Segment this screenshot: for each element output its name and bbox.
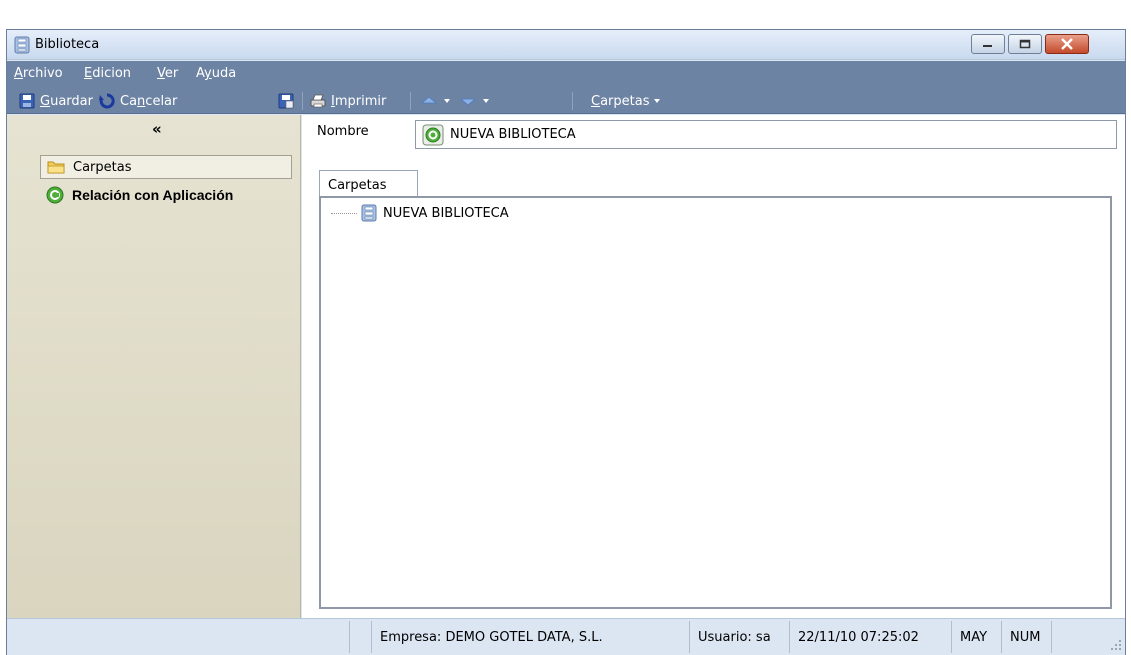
sidebar: « Carpetas Relación con Aplicación [7,115,301,618]
imprimir-button[interactable]: Imprimir [310,91,386,111]
chevron-down-icon [654,99,661,103]
library-icon [361,204,377,222]
status-caps-lock: MAY [951,621,1001,653]
tab-carpetas[interactable]: Carpetas [319,170,418,197]
maximize-icon [1009,35,1041,53]
status-cell-empty [7,621,349,653]
menu-ver[interactable]: Ver [157,66,178,81]
tree-connector [331,212,357,214]
collapse-button[interactable]: « [152,120,162,138]
title-bar: Biblioteca [7,30,1125,60]
nombre-input[interactable] [450,127,1090,142]
tree-node-label: NUEVA BIBLIOTECA [383,205,509,221]
menu-archivo[interactable]: Archivo [14,66,63,81]
save-close-button[interactable] [278,91,299,111]
nombre-field[interactable] [415,120,1117,149]
folder-tree[interactable]: NUEVA BIBLIOTECA [319,196,1112,609]
toolbar-separator [572,92,573,110]
app-relation-icon [422,124,444,145]
folder-icon [47,161,65,174]
save-close-icon [278,93,294,109]
arrow-up-icon [420,96,450,104]
menu-bar: Archivo Edicion Ver Ayuda [7,61,1125,87]
nombre-label: Nombre [317,124,369,139]
status-usuario: Usuario: sa [689,621,789,653]
toolbar-separator [302,92,303,110]
app-relation-icon [46,186,64,204]
menu-edicion[interactable]: Edicion [84,66,131,81]
tree-node[interactable]: NUEVA BIBLIOTECA [331,204,509,222]
nav-down-button[interactable] [459,91,493,111]
status-cell-empty [1051,621,1081,653]
resize-grip-icon[interactable] [1111,640,1121,650]
save-icon [19,93,35,109]
carpetas-dropdown[interactable]: Carpetas [591,91,662,111]
library-icon [14,36,30,54]
sidebar-item-carpetas[interactable]: Carpetas [40,155,292,179]
minimize-icon [972,35,1004,53]
guardar-button[interactable]: Guardar [19,91,93,111]
status-datetime: 22/11/10 07:25:02 [789,621,951,653]
printer-icon [310,94,326,108]
nav-up-button[interactable] [420,91,454,111]
menu-ayuda[interactable]: Ayuda [196,66,236,81]
status-num-lock: NUM [1001,621,1051,653]
main-window: Biblioteca Archivo Edicion Ver Ayuda G u… [6,29,1126,655]
close-button[interactable] [1045,34,1089,54]
main-content: Nombre Carpetas NUEVA BIBLIOTECA [302,115,1125,618]
sidebar-item-label: Relación con Aplicación [72,187,234,203]
window-title: Biblioteca [35,37,100,52]
sidebar-item-label: Carpetas [73,159,132,175]
minimize-button[interactable] [971,34,1005,54]
status-bar: Empresa: DEMO GOTEL DATA, S.L. Usuario: … [7,618,1125,655]
sidebar-item-relacion[interactable]: Relación con Aplicación [40,183,292,207]
cancelar-button[interactable]: Ca n celar [99,91,177,111]
toolbar: Guardar Ca n celar Imprimir C arpetas [7,87,1125,114]
toolbar-separator [410,92,411,110]
status-cell-empty [349,621,371,653]
undo-icon [99,93,115,109]
arrow-down-icon [459,98,489,106]
maximize-button[interactable] [1008,34,1042,54]
close-icon [1046,35,1088,53]
status-empresa: Empresa: DEMO GOTEL DATA, S.L. [371,621,689,653]
